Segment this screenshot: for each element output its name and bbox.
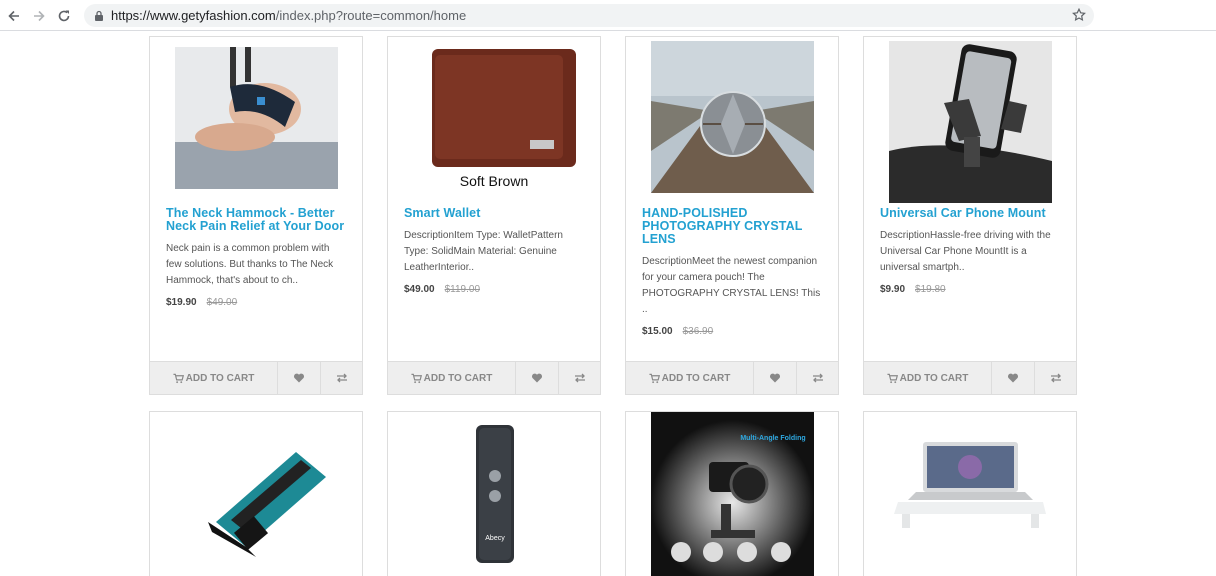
add-to-cart-label: ADD TO CART [423,372,493,384]
product-card [863,411,1077,576]
price-old: $49.00 [206,297,238,308]
compare-button[interactable] [320,362,362,394]
lock-icon [95,10,103,21]
product-title-link[interactable]: The Neck Hammock - Better Neck Pain Reli… [166,207,346,233]
compare-arrows-icon [1050,373,1061,383]
product-description: DescriptionMeet the newest companion for… [642,256,821,315]
neck-hammock-image [174,47,338,189]
wishlist-button[interactable] [754,362,796,394]
product-button-group: ADD TO CART [150,361,362,394]
product-card: Universal Car Phone Mount DescriptionHas… [863,36,1077,395]
url-host: https://www.getyfashion.com [111,8,276,23]
product-price: $19.90 $49.00 [166,297,346,308]
product-button-group: ADD TO CART [864,361,1076,394]
add-to-cart-label: ADD TO CART [899,372,969,384]
crystal-lens-image [650,41,814,193]
product-card: HAND-POLISHED PHOTOGRAPHY CRYSTAL LENS D… [625,36,839,395]
price-new: $9.90 [880,284,906,295]
product-title-link[interactable]: Universal Car Phone Mount [880,207,1060,220]
add-to-cart-button[interactable]: ADD TO CART [150,362,278,394]
product-card: Soft Brown Smart Wallet DescriptionItem … [387,36,601,395]
product-description: DescriptionHassle-free driving with the … [880,230,1051,273]
bookmark-star-icon[interactable] [1072,8,1086,22]
add-to-cart-button[interactable]: ADD TO CART [864,362,992,394]
product-price: $9.90 $19.80 [880,284,1060,295]
product-card [149,411,363,576]
product-button-group: ADD TO CART [388,361,600,394]
product-image-link[interactable] [150,37,362,207]
compare-arrows-icon [812,373,823,383]
product-description: DescriptionItem Type: WalletPattern Type… [404,230,563,273]
product-image-link[interactable]: Multi-Angle Folding [626,412,838,576]
add-to-cart-label: ADD TO CART [185,372,255,384]
price-old: $19.80 [915,284,946,295]
reload-icon[interactable] [54,6,74,26]
add-to-cart-button[interactable]: ADD TO CART [626,362,754,394]
product-card: Multi-Angle Folding [625,411,839,576]
product-card: The Neck Hammock - Better Neck Pain Reli… [149,36,363,395]
back-arrow-icon[interactable] [4,6,24,26]
price-new: $19.90 [166,297,197,308]
product-image-link[interactable]: Soft Brown [388,37,600,207]
product-image-link[interactable] [150,412,362,576]
compare-button[interactable] [1034,362,1076,394]
add-to-cart-label: ADD TO CART [661,372,731,384]
car-phone-mount-image [888,41,1052,203]
forward-arrow-icon[interactable] [29,6,49,26]
product-button-group: ADD TO CART [626,361,838,394]
product-card: Abecy [387,411,601,576]
translator-device-image: Abecy [414,420,574,570]
wallet-caption: Soft Brown [459,173,527,189]
url-path: /index.php?route=common/home [275,8,467,23]
camera-stand-image: Multi-Angle Folding [650,412,814,576]
product-description: Neck pain is a common problem with few s… [166,243,334,286]
price-new: $15.00 [642,326,673,337]
product-price: $15.00 $36.90 [642,326,822,337]
compare-arrows-icon [336,373,347,383]
product-image-link[interactable] [864,412,1076,576]
product-image-link[interactable] [864,37,1076,207]
cart-icon [411,373,422,383]
translator-brand-text: Abecy [485,535,505,542]
contour-gauge-image [176,432,336,562]
price-old: $119.00 [444,284,480,295]
camera-stand-heading: Multi-Angle Folding [740,435,805,442]
wishlist-button[interactable] [992,362,1034,394]
wishlist-button[interactable] [278,362,320,394]
product-image-link[interactable]: Abecy [388,412,600,576]
smart-wallet-image: Soft Brown [412,41,576,201]
product-image-link[interactable] [626,37,838,207]
product-title-link[interactable]: Smart Wallet [404,207,584,220]
product-price: $49.00 $119.00 [404,284,584,295]
laptop-stand-image [887,432,1053,562]
cart-icon [887,373,898,383]
heart-icon [1007,373,1019,383]
price-new: $49.00 [404,284,435,295]
compare-button[interactable] [558,362,600,394]
address-bar[interactable]: https://www.getyfashion.com/index.php?ro… [84,4,1094,27]
heart-icon [769,373,781,383]
heart-icon [293,373,305,383]
compare-arrows-icon [574,373,585,383]
cart-icon [649,373,660,383]
price-old: $36.90 [682,326,714,337]
compare-button[interactable] [796,362,838,394]
heart-icon [531,373,543,383]
product-title-link[interactable]: HAND-POLISHED PHOTOGRAPHY CRYSTAL LENS [642,207,822,246]
browser-toolbar: https://www.getyfashion.com/index.php?ro… [0,0,1216,31]
url-text[interactable]: https://www.getyfashion.com/index.php?ro… [111,8,466,23]
cart-icon [173,373,184,383]
add-to-cart-button[interactable]: ADD TO CART [388,362,516,394]
wishlist-button[interactable] [516,362,558,394]
